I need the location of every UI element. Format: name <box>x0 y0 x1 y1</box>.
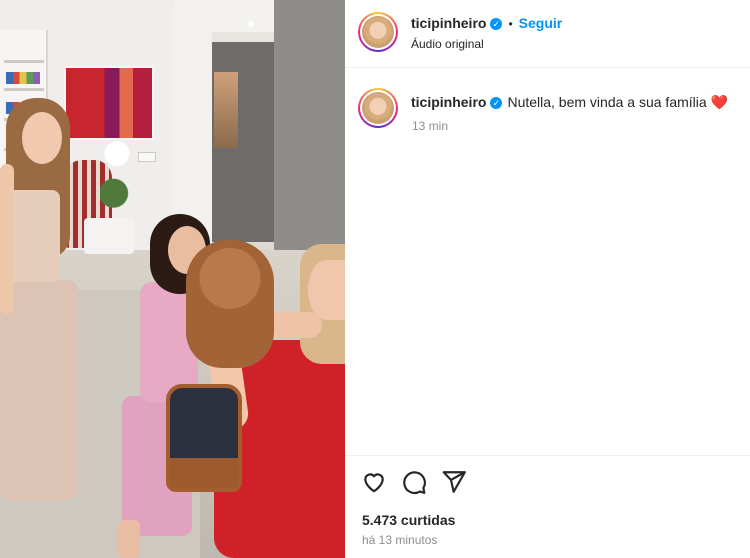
side-table <box>84 218 134 254</box>
ceiling-light <box>248 22 254 26</box>
post-time[interactable]: há 13 minutos <box>362 533 437 547</box>
caption-line: ticipinheiro ✓ Nutella, bem vinda a sua fa… <box>411 94 728 111</box>
caption-text: Nutella, bem vinda a sua família ❤️ <box>507 94 728 110</box>
woman-face <box>308 260 345 320</box>
follow-button[interactable]: Seguir <box>519 15 563 31</box>
divider <box>345 455 750 456</box>
separator-dot: • <box>508 17 513 31</box>
like-count[interactable]: 5.473 curtidas <box>362 512 455 528</box>
girl-face <box>22 112 62 164</box>
post-header: ticipinheiro ✓ • Seguir Áudio original <box>345 0 750 68</box>
dark-wall <box>274 0 345 260</box>
heart-icon[interactable] <box>361 469 387 495</box>
avatar-photo <box>362 16 394 48</box>
hallway-art <box>214 72 238 148</box>
action-bar <box>361 469 467 495</box>
girl-arm <box>0 164 14 314</box>
caption-username-link[interactable]: ticipinheiro <box>411 94 486 110</box>
wall-painting <box>66 68 152 138</box>
child-leg <box>118 520 140 558</box>
post-media[interactable] <box>0 0 345 558</box>
puppy <box>186 240 274 368</box>
audio-link[interactable]: Áudio original <box>411 37 484 51</box>
caption: ticipinheiro ✓ Nutella, bem vinda a sua fa… <box>345 82 750 142</box>
girl-pants <box>0 280 78 500</box>
verified-badge-icon: ✓ <box>490 97 503 110</box>
caption-timestamp[interactable]: 13 min <box>412 119 448 133</box>
handbag <box>166 384 242 492</box>
orchid-plant <box>100 140 134 216</box>
share-icon[interactable] <box>441 469 467 495</box>
username-link[interactable]: ticipinheiro <box>411 15 486 31</box>
post-panel: ticipinheiro ✓ • Seguir Áudio original tici… <box>345 0 750 558</box>
caption-avatar[interactable] <box>358 88 398 128</box>
verified-badge-icon: ✓ <box>490 18 503 31</box>
avatar-photo <box>362 92 394 124</box>
comment-icon[interactable] <box>401 469 427 495</box>
avatar[interactable] <box>358 12 398 52</box>
light-switch <box>138 152 156 162</box>
header-line: ticipinheiro ✓ • Seguir <box>411 15 562 31</box>
